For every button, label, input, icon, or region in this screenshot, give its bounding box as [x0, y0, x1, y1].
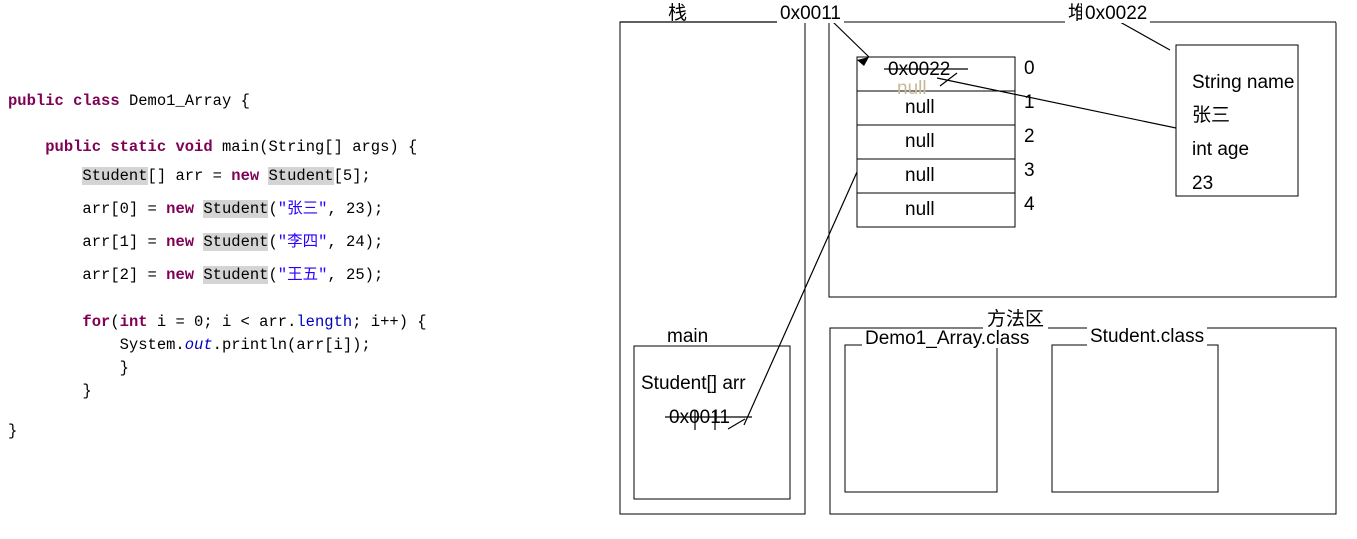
demo-class-outline [844, 344, 998, 493]
code-line-10: System.out.println(arr[i]); [8, 336, 371, 354]
tick-main-address-3 [727, 418, 746, 430]
method-area-class-1: Student.class [1087, 327, 1208, 346]
code-line-12: } [8, 382, 92, 400]
method-area-label: 方法区 [983, 310, 1049, 329]
code-line-5: arr[0] = new Student("张三", 23); [8, 200, 384, 218]
array-index-2: 2 [1024, 126, 1035, 147]
ref-arr0-to-student [936, 77, 1177, 129]
token-array-size: 5 [342, 167, 353, 185]
array-cell-ghost-0: null [897, 78, 927, 99]
leader-stack-arrowhead [857, 57, 869, 66]
token-student-type-4: Student [203, 233, 269, 251]
student-field-type-1: int age [1192, 139, 1250, 160]
code-line-6: arr[1] = new Student("李四", 24); [8, 233, 384, 251]
token-age-2: 25 [346, 266, 365, 284]
code-method-name: main [221, 138, 260, 156]
token-student-type-1: Student [82, 167, 148, 185]
array-outline [856, 56, 1016, 228]
method-area-outline [829, 327, 1337, 515]
method-area-class-0: Demo1_Array.class [862, 329, 1033, 348]
token-name-1: 李四 [287, 233, 319, 251]
array-cell-value-3: null [905, 165, 935, 186]
code-line-1: public class Demo1_Array { [8, 92, 250, 110]
stack-region-label: 栈 [668, 3, 688, 24]
heap-region-label: 堆 [1065, 4, 1091, 23]
main-var-value: 0x0011 [669, 407, 730, 428]
ref-main-to-array [743, 171, 858, 426]
code-line-14: } [8, 422, 18, 440]
token-name-2: 王五 [287, 266, 319, 284]
token-age-0: 23 [346, 200, 365, 218]
leader-heap-address [1119, 21, 1171, 51]
main-frame-title: main [667, 326, 709, 347]
array-cell-value-1: null [905, 97, 935, 118]
token-age-1: 24 [346, 233, 365, 251]
stack-pointer-address-label: 0x0011 [777, 4, 844, 23]
code-line-9: for(int i = 0; i < arr.length; i++) { [82, 313, 427, 331]
student-field-type-0: String name [1192, 72, 1295, 93]
array-index-1: 1 [1024, 92, 1035, 113]
student-field-value-1: 23 [1192, 173, 1214, 194]
main-frame-outline [633, 345, 791, 500]
stack-container-outline [619, 21, 806, 515]
code-line-7: arr[2] = new Student("王五", 25); [8, 266, 384, 284]
main-var-declaration: Student[] arr [641, 373, 746, 394]
array-cell-value-2: null [905, 131, 935, 152]
token-student-type-5: Student [203, 266, 269, 284]
token-name-0: 张三 [287, 200, 319, 218]
tick-cell0-address [939, 72, 958, 87]
leader-stack-address [832, 21, 870, 58]
array-index-3: 3 [1024, 160, 1035, 181]
code-panel: public class Demo1_Array { public static… [0, 0, 600, 539]
token-student-type-3: Student [203, 200, 269, 218]
student-field-value-0: 张三 [1192, 105, 1231, 126]
student-class-outline [1051, 344, 1219, 493]
heap-container-outline [828, 21, 1337, 298]
code-line-4: Student[] arr = new Student[5]; [82, 167, 371, 185]
array-index-0: 0 [1024, 58, 1035, 79]
code-line-11: } [8, 359, 129, 377]
code-class-name: Demo1_Array [128, 92, 232, 110]
token-student-type-2: Student [268, 167, 334, 185]
code-line-3: public static void main(String[] args) { [45, 138, 418, 156]
array-cell-value-4: null [905, 199, 935, 220]
array-cell-value-0: 0x0022 [888, 59, 951, 80]
student-object-outline [1175, 44, 1299, 197]
array-index-4: 4 [1024, 194, 1035, 215]
heap-object-address-label: 0x0022 [1082, 4, 1151, 23]
